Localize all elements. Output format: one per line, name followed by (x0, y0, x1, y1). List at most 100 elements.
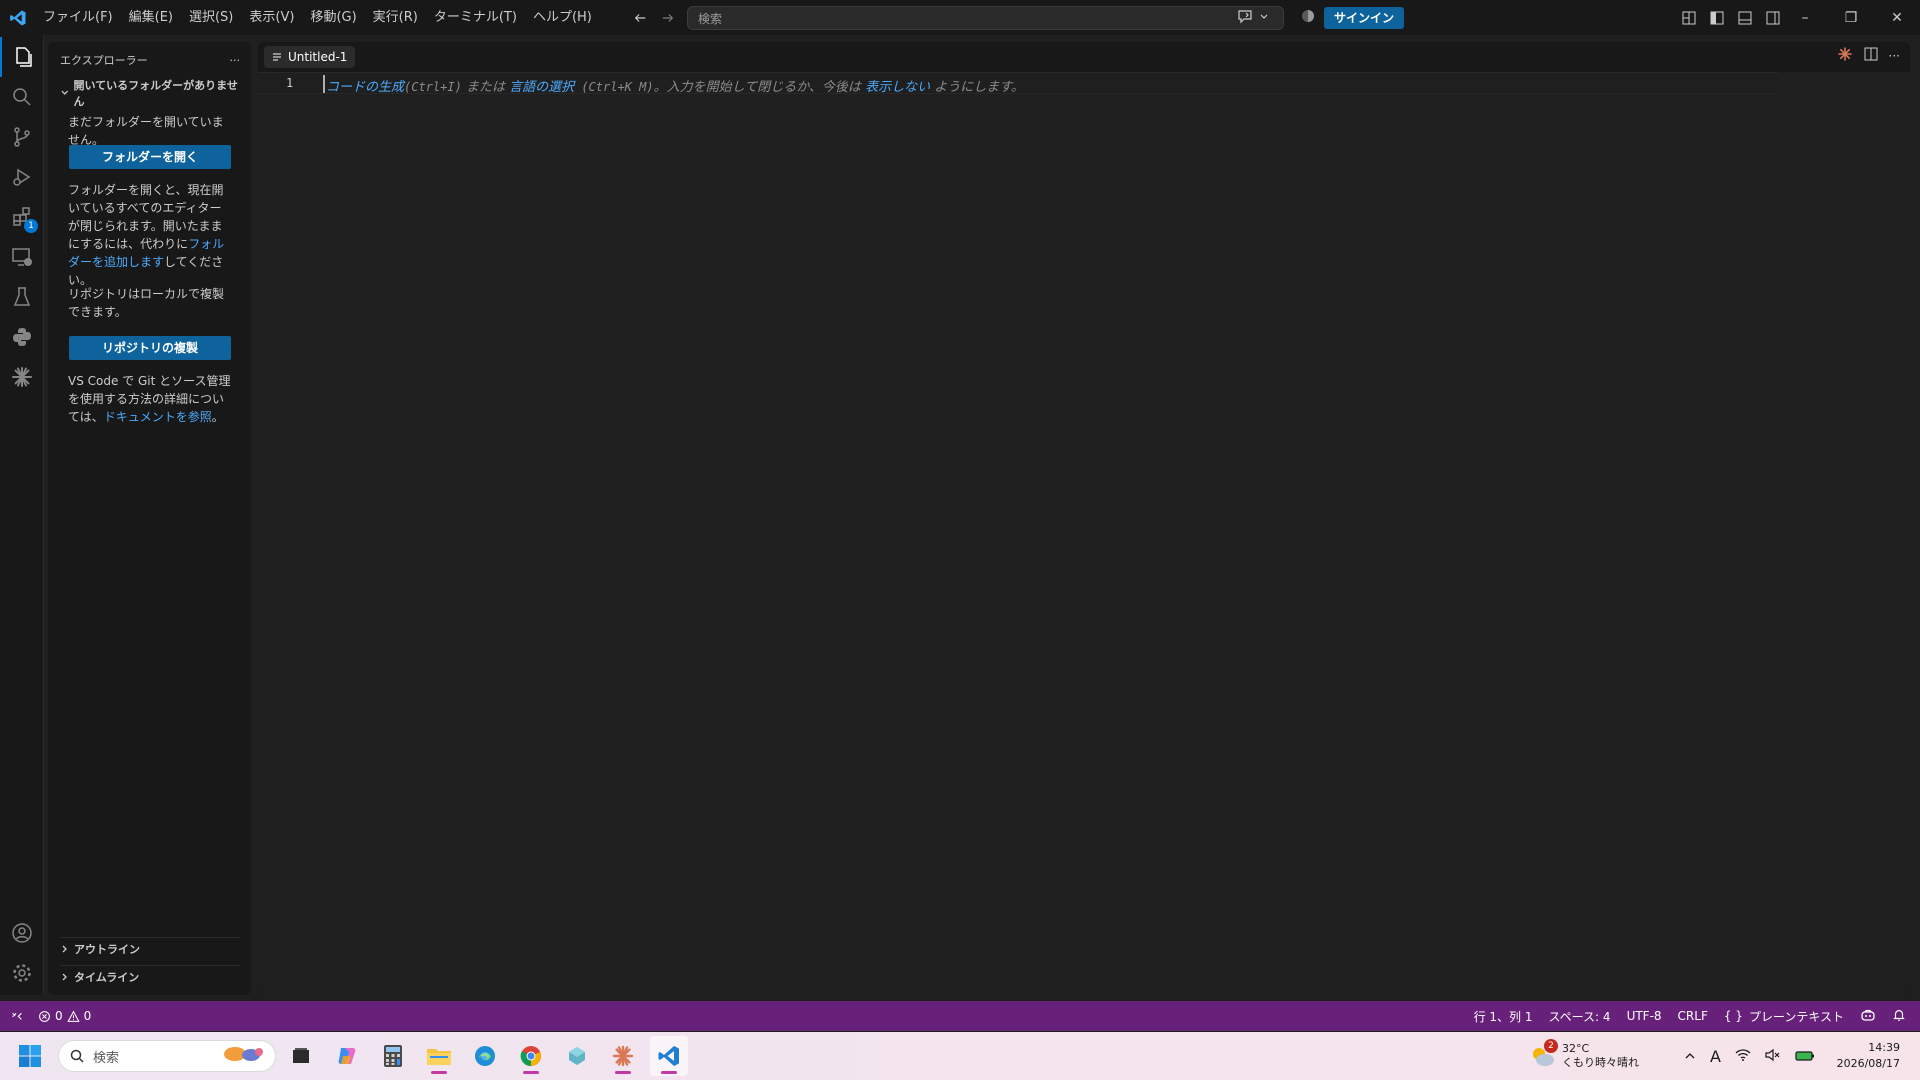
restore-icon[interactable]: ❐ (1828, 0, 1874, 35)
menu-file[interactable]: ファイル(F) (35, 0, 121, 35)
open-folder-button[interactable]: フォルダーを開く (69, 145, 231, 169)
windows-taskbar: 検索 2 32°C くもり時々晴れ A 14:39 2026/08/17 (0, 1032, 1920, 1080)
testing-icon[interactable] (0, 277, 44, 317)
command-center-placeholder: 検索 (698, 11, 723, 26)
problems-indicator[interactable]: 0 0 (38, 1009, 91, 1023)
text-file-icon (273, 53, 281, 61)
hint-middle: 。入力を開始して閉じるか、今後は (653, 80, 866, 95)
split-editor-icon[interactable] (1863, 46, 1879, 66)
timeline-label: タイムライン (74, 970, 140, 984)
time: 14:39 (1868, 1041, 1900, 1054)
toggle-primary-sidebar-icon[interactable] (1706, 7, 1728, 29)
warning-count: 0 (83, 1009, 92, 1023)
weather-widget[interactable]: 2 32°C くもり時々晴れ (1530, 1038, 1639, 1074)
copilot-controls (1237, 6, 1269, 30)
claude-code-icon[interactable] (1837, 46, 1853, 66)
copilot-app-icon[interactable] (328, 1036, 366, 1076)
error-count: 0 (55, 1009, 63, 1023)
menu-run[interactable]: 実行(R) (365, 0, 426, 35)
close-icon[interactable]: ✕ (1874, 0, 1920, 35)
command-center-search[interactable]: 検索 (687, 6, 1284, 30)
toggle-panel-icon[interactable] (1734, 7, 1756, 29)
vscode-logo-icon (0, 0, 35, 35)
generate-code-link[interactable]: コードの生成 (326, 80, 404, 95)
layout-controls (1678, 0, 1784, 35)
search-icon[interactable] (0, 77, 44, 117)
clock[interactable]: 14:39 2026/08/17 (1837, 1040, 1900, 1072)
more-actions-icon[interactable]: ··· (1889, 49, 1900, 63)
speaker-muted-icon[interactable] (1765, 1047, 1781, 1066)
source-control-icon[interactable] (0, 117, 44, 157)
chrome-browser-icon[interactable] (512, 1036, 550, 1076)
python-icon[interactable] (0, 317, 44, 357)
battery-icon[interactable] (1795, 1047, 1815, 1066)
minimize-icon[interactable]: – (1782, 0, 1828, 35)
customize-layout-icon[interactable] (1678, 7, 1700, 29)
sign-in-button[interactable]: サインイン (1324, 7, 1405, 29)
status-bar: 0 0 行 1、列 1 スペース: 4 UTF-8 CRLF { } プレーンテ… (0, 1001, 1920, 1031)
edge-browser-icon[interactable] (466, 1036, 504, 1076)
chevron-right-icon (62, 973, 67, 980)
dont-show-link[interactable]: 表示しない (865, 80, 930, 95)
editor-line-1[interactable]: 1 コードの生成(Ctrl+I) または 言語の選択 (Ctrl+K M)。入力… (258, 72, 1778, 95)
end-of-line[interactable]: CRLF (1678, 1009, 1708, 1023)
clone-repository-button[interactable]: リポジトリの複製 (69, 336, 231, 360)
toggle-secondary-sidebar-icon[interactable] (1762, 7, 1784, 29)
claude-icon[interactable] (0, 357, 44, 397)
menu-terminal[interactable]: ターミナル(T) (426, 0, 525, 35)
chevron-up-icon[interactable] (1684, 1047, 1696, 1066)
no-folder-section-header[interactable]: 開いているフォルダーがありません (60, 77, 240, 109)
navigation-controls (630, 0, 678, 35)
more-actions-icon[interactable]: ··· (230, 54, 241, 67)
language-label: プレーンテキスト (1748, 1009, 1844, 1024)
3d-app-icon[interactable] (558, 1036, 596, 1076)
menu-selection[interactable]: 選択(S) (181, 0, 241, 35)
menu-help[interactable]: ヘルプ(H) (525, 0, 600, 35)
remote-indicator-icon[interactable] (10, 1008, 24, 1025)
calculator-icon[interactable] (374, 1036, 412, 1076)
select-language-link[interactable]: 言語の選択 (509, 80, 574, 95)
explorer-icon[interactable] (0, 37, 44, 77)
claude-app-icon[interactable] (604, 1036, 642, 1076)
menu-go[interactable]: 移動(G) (302, 0, 364, 35)
chevron-down-icon[interactable] (1259, 11, 1269, 26)
docs-link[interactable]: ドキュメントを参照 (104, 410, 212, 424)
copilot-icon[interactable] (1860, 1007, 1876, 1026)
menu-edit[interactable]: 編集(E) (121, 0, 181, 35)
language-mode[interactable]: { } プレーンテキスト (1724, 1008, 1844, 1025)
tab-untitled-1[interactable]: Untitled-1 (264, 46, 356, 68)
file-explorer-icon[interactable] (420, 1036, 458, 1076)
indentation[interactable]: スペース: 4 (1549, 1008, 1611, 1025)
encoding[interactable]: UTF-8 (1627, 1009, 1662, 1023)
status-left: 0 0 (10, 1001, 91, 1031)
menu-view[interactable]: 表示(V) (241, 0, 302, 35)
wifi-icon[interactable] (1735, 1047, 1751, 1066)
outline-section-header[interactable]: アウトライン (60, 937, 240, 959)
accounts-icon[interactable] (0, 913, 44, 953)
copilot-chat-icon[interactable] (1237, 8, 1253, 28)
taskbar-search[interactable]: 検索 (58, 1040, 276, 1072)
repo-text: リポジトリはローカルで複製できます。 (68, 287, 225, 319)
copilot-status-icon[interactable] (1300, 8, 1316, 28)
title-bar: ファイル(F) 編集(E) 選択(S) 表示(V) 移動(G) 実行(R) ター… (0, 0, 1920, 35)
notifications-bell-icon[interactable] (1892, 1008, 1906, 1025)
windows-start-icon[interactable] (18, 1044, 42, 1068)
cursor-position[interactable]: 行 1、列 1 (1474, 1008, 1533, 1025)
ime-indicator[interactable]: A (1710, 1047, 1721, 1066)
timeline-section-header[interactable]: タイムライン (60, 965, 240, 987)
line-number: 1 (286, 76, 294, 90)
activity-bar: 1 (0, 35, 44, 995)
extensions-icon[interactable]: 1 (0, 197, 44, 237)
forward-arrow-icon[interactable] (658, 8, 678, 28)
menu-bar: ファイル(F) 編集(E) 選択(S) 表示(V) 移動(G) 実行(R) ター… (35, 0, 600, 35)
task-view-icon[interactable] (282, 1036, 320, 1076)
run-debug-icon[interactable] (0, 157, 44, 197)
vscode-app-icon[interactable] (650, 1036, 688, 1076)
braces-icon: { } (1723, 1009, 1743, 1023)
tab-label: Untitled-1 (288, 50, 348, 64)
back-arrow-icon[interactable] (630, 8, 650, 28)
account-controls: サインイン (1300, 6, 1405, 30)
settings-gear-icon[interactable] (0, 953, 44, 993)
temperature: 32°C (1562, 1042, 1590, 1055)
remote-explorer-icon[interactable] (0, 237, 44, 277)
